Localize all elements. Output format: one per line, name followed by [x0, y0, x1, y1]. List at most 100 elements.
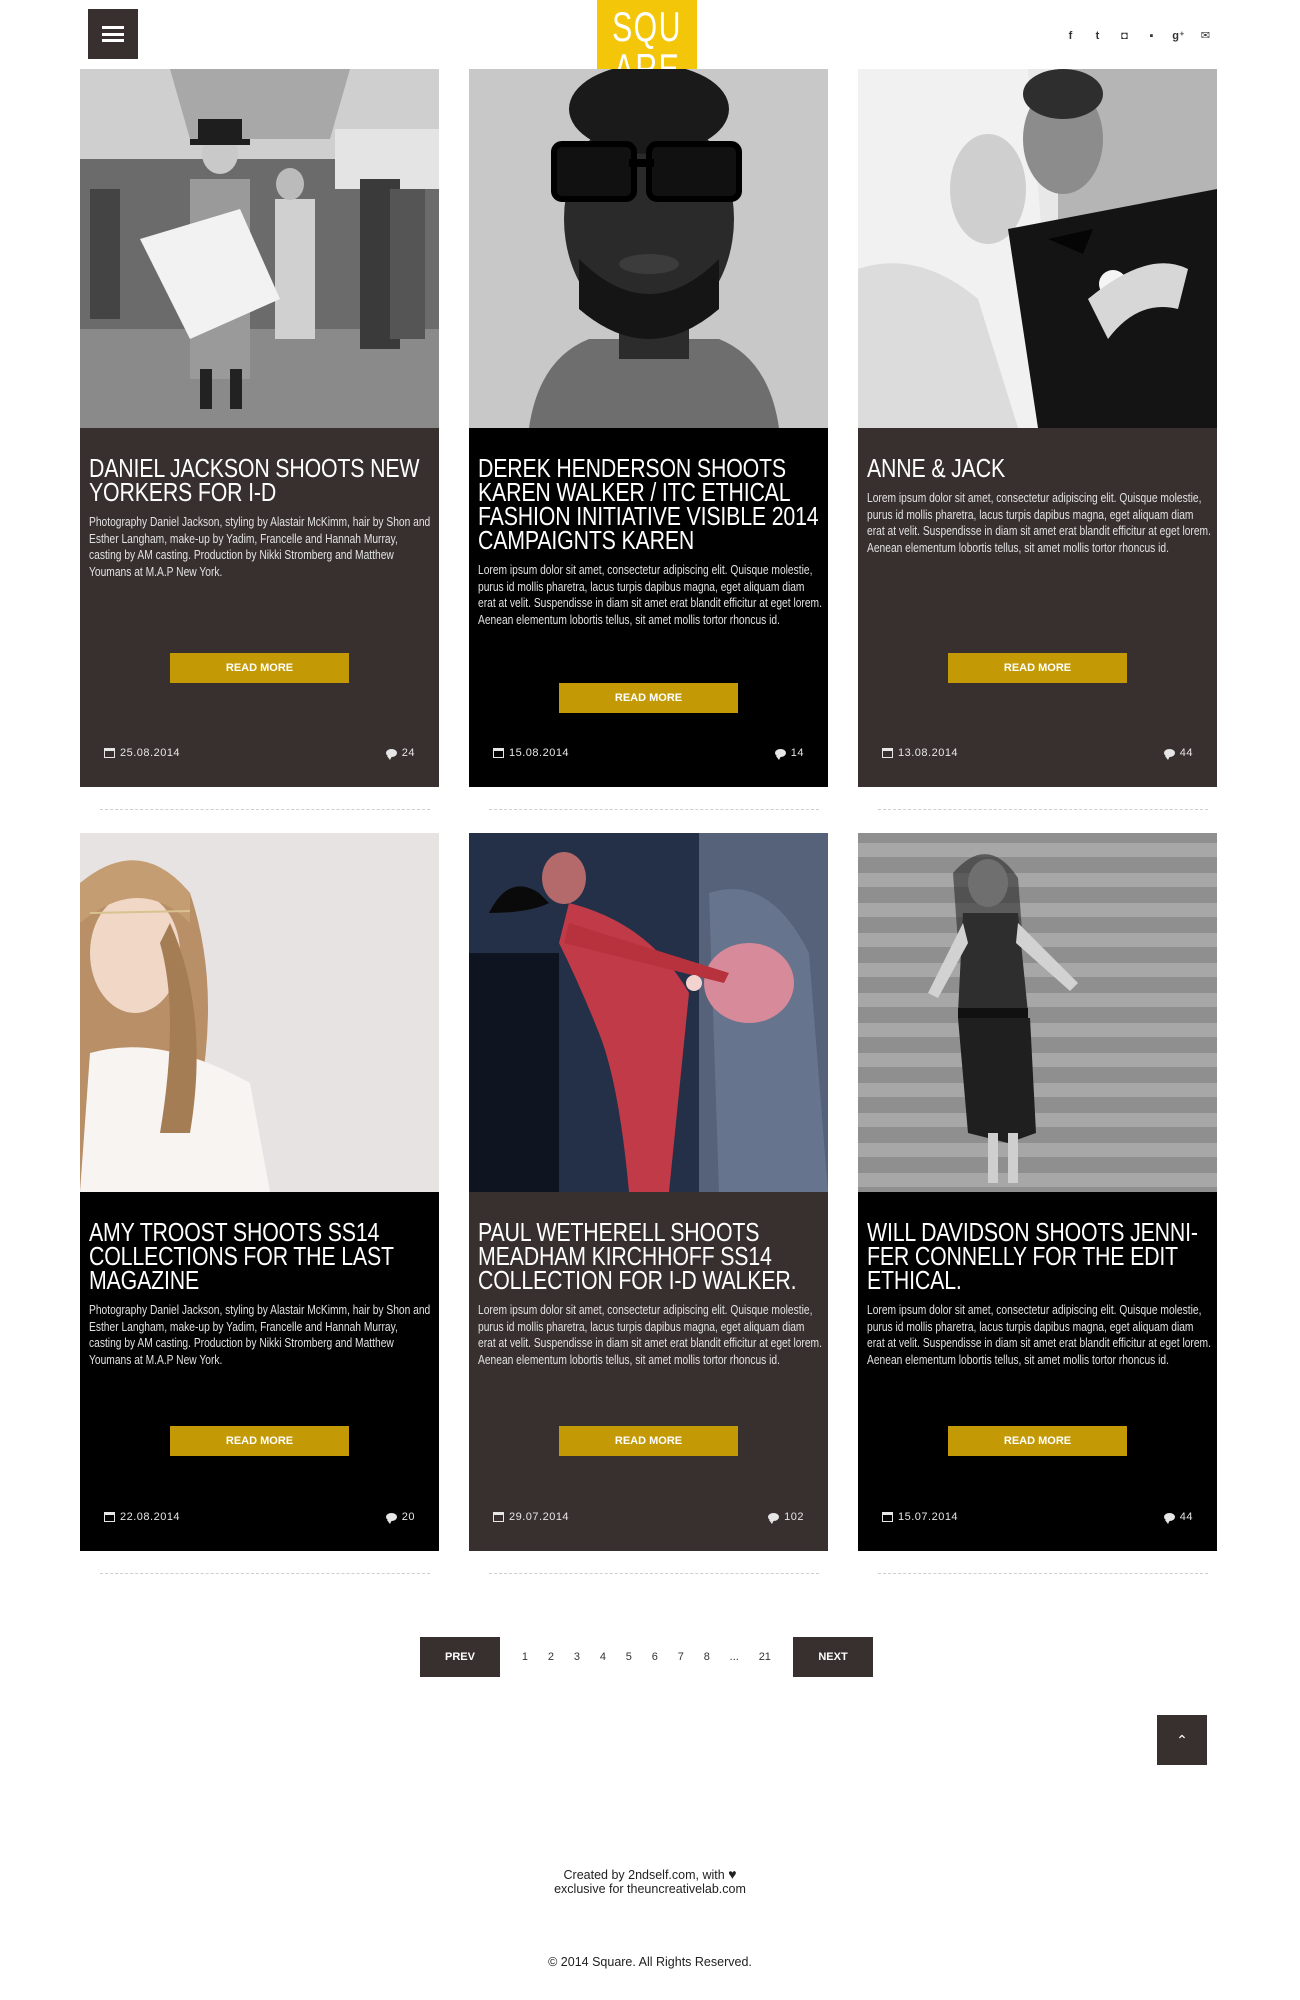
page-link[interactable]: 8: [704, 1651, 710, 1663]
chevron-up-icon: ⌃: [1176, 1732, 1188, 1748]
post-card: WILL DAVIDSON SHOOTS JENNI-FER CONNELLY …: [858, 833, 1217, 1551]
post-meta: 29.07.2014 102: [493, 1511, 804, 1524]
post-title[interactable]: WILL DAVIDSON SHOOTS JENNI-FER CONNELLY …: [867, 1219, 1211, 1293]
read-more-button[interactable]: READ MORE: [559, 683, 738, 713]
post-card: AMY TROOST SHOOTS SS14 COLLECTIONS FOR T…: [80, 833, 439, 1551]
newspaper-reader-photo[interactable]: [80, 69, 439, 428]
post-card: DEREK HENDERSON SHOOTS KAREN WALKER / IT…: [469, 69, 828, 787]
flickr-icon[interactable]: ▪: [1145, 30, 1158, 43]
post-title[interactable]: ANNE & JACK: [867, 455, 1211, 481]
post-title[interactable]: DANIEL JACKSON SHOOTS NEW YORKERS FOR I-…: [89, 455, 433, 505]
page-link[interactable]: 4: [600, 1651, 606, 1663]
google-plus-icon[interactable]: g⁺: [1172, 30, 1185, 43]
comment-count: 24: [401, 747, 415, 759]
post-excerpt: Lorem ipsum dolor sit amet, consectetur …: [478, 1303, 822, 1367]
post-body: DEREK HENDERSON SHOOTS KAREN WALKER / IT…: [469, 428, 828, 787]
post-date: 15.08.2014: [509, 747, 570, 759]
page-ellipsis: ...: [729, 1651, 739, 1663]
prev-button[interactable]: PREV: [420, 1637, 500, 1677]
post-meta: 13.08.2014 44: [882, 747, 1193, 760]
back-to-top-button[interactable]: ⌃: [1157, 1715, 1207, 1765]
social-links: f t ◘ ▪ g⁺ ✉: [1064, 30, 1212, 43]
post-body: DANIEL JACKSON SHOOTS NEW YORKERS FOR I-…: [80, 428, 439, 787]
post-meta: 22.08.2014 20: [104, 1511, 415, 1524]
comment-icon: [385, 1513, 397, 1524]
post-date: 29.07.2014: [509, 1511, 570, 1523]
post-excerpt: Lorem ipsum dolor sit amet, consectetur …: [867, 491, 1211, 555]
instagram-icon[interactable]: ◘: [1118, 30, 1131, 43]
comment-count: 102: [784, 1511, 804, 1523]
post-excerpt: Photography Daniel Jackson, styling by A…: [89, 1303, 431, 1367]
comment-count: 44: [1179, 747, 1193, 759]
blonde-woman-photo[interactable]: [80, 833, 439, 1192]
woman-by-wooden-wall-photo[interactable]: [858, 833, 1217, 1192]
calendar-icon: [104, 1512, 115, 1522]
post-card: PAUL WETHERELL SHOOTS MEADHAM KIRCHHOFF …: [469, 833, 828, 1551]
read-more-button[interactable]: READ MORE: [559, 1426, 738, 1456]
post-date: 15.07.2014: [898, 1511, 959, 1523]
post-title[interactable]: PAUL WETHERELL SHOOTS MEADHAM KIRCHHOFF …: [478, 1219, 822, 1293]
post-date: 22.08.2014: [120, 1511, 181, 1523]
post-meta: 25.08.2014 24: [104, 747, 415, 760]
post-body: WILL DAVIDSON SHOOTS JENNI-FER CONNELLY …: [858, 1192, 1217, 1551]
facebook-icon[interactable]: f: [1064, 30, 1077, 43]
heart-icon: ♥: [728, 1866, 737, 1882]
post-card: ANNE & JACK Lorem ipsum dolor sit amet, …: [858, 69, 1217, 787]
comment-icon: [774, 749, 786, 760]
post-meta: 15.08.2014 14: [493, 747, 804, 760]
page-link[interactable]: 5: [626, 1651, 632, 1663]
post-meta: 15.07.2014 44: [882, 1511, 1193, 1524]
read-more-button[interactable]: READ MORE: [948, 653, 1127, 683]
page-link[interactable]: 3: [574, 1651, 580, 1663]
copyright: © 2014 Square. All Rights Reserved.: [548, 1955, 752, 1969]
divider: [878, 1573, 1208, 1574]
menu-button[interactable]: [88, 9, 138, 59]
comment-icon: [768, 1513, 780, 1524]
comment-icon: [385, 749, 397, 760]
comment-icon: [1163, 1513, 1175, 1524]
post-body: AMY TROOST SHOOTS SS14 COLLECTIONS FOR T…: [80, 1192, 439, 1551]
post-title[interactable]: DEREK HENDERSON SHOOTS KAREN WALKER / IT…: [478, 455, 822, 553]
post-excerpt: Lorem ipsum dolor sit amet, consectetur …: [867, 1303, 1211, 1367]
post-excerpt: Photography Daniel Jackson, styling by A…: [89, 515, 431, 579]
red-dress-photo[interactable]: [469, 833, 828, 1192]
logo-line-1: SQU: [612, 3, 682, 50]
calendar-icon: [493, 1512, 504, 1522]
post-excerpt: Lorem ipsum dolor sit amet, consectetur …: [478, 563, 822, 627]
wedding-couple-photo[interactable]: [858, 69, 1217, 428]
comment-count: 14: [790, 747, 804, 759]
page-link[interactable]: 2: [548, 1651, 554, 1663]
calendar-icon: [882, 1512, 893, 1522]
post-date: 13.08.2014: [898, 747, 959, 759]
divider: [489, 1573, 819, 1574]
footer: Created by 2ndself.com, with ♥ exclusive…: [0, 1867, 1300, 1896]
page-numbers: 1 2 3 4 5 6 7 8 ... 21: [500, 1651, 793, 1663]
comment-count: 44: [1179, 1511, 1193, 1523]
read-more-button[interactable]: READ MORE: [170, 1426, 349, 1456]
read-more-button[interactable]: READ MORE: [948, 1426, 1127, 1456]
calendar-icon: [104, 748, 115, 758]
divider: [878, 809, 1208, 810]
divider: [100, 1573, 430, 1574]
page-link[interactable]: 6: [652, 1651, 658, 1663]
footer-exclusive: exclusive for theuncreativelab.com: [554, 1882, 746, 1896]
read-more-button[interactable]: READ MORE: [170, 653, 349, 683]
post-date: 25.08.2014: [120, 747, 181, 759]
twitter-icon[interactable]: t: [1091, 30, 1104, 43]
post-body: PAUL WETHERELL SHOOTS MEADHAM KIRCHHOFF …: [469, 1192, 828, 1551]
divider: [489, 809, 819, 810]
man-with-glasses-photo[interactable]: [469, 69, 828, 428]
divider: [100, 809, 430, 810]
calendar-icon: [882, 748, 893, 758]
footer-credit: Created by 2ndself.com, with: [563, 1868, 725, 1882]
comment-icon: [1163, 749, 1175, 760]
hamburger-icon: [102, 26, 124, 42]
page-link[interactable]: 7: [678, 1651, 684, 1663]
post-body: ANNE & JACK Lorem ipsum dolor sit amet, …: [858, 428, 1217, 787]
page-link[interactable]: 21: [759, 1651, 771, 1663]
next-button[interactable]: NEXT: [793, 1637, 873, 1677]
page-link[interactable]: 1: [522, 1651, 528, 1663]
post-title[interactable]: AMY TROOST SHOOTS SS14 COLLECTIONS FOR T…: [89, 1219, 433, 1293]
post-card: DANIEL JACKSON SHOOTS NEW YORKERS FOR I-…: [80, 69, 439, 787]
mail-icon[interactable]: ✉: [1199, 30, 1212, 43]
